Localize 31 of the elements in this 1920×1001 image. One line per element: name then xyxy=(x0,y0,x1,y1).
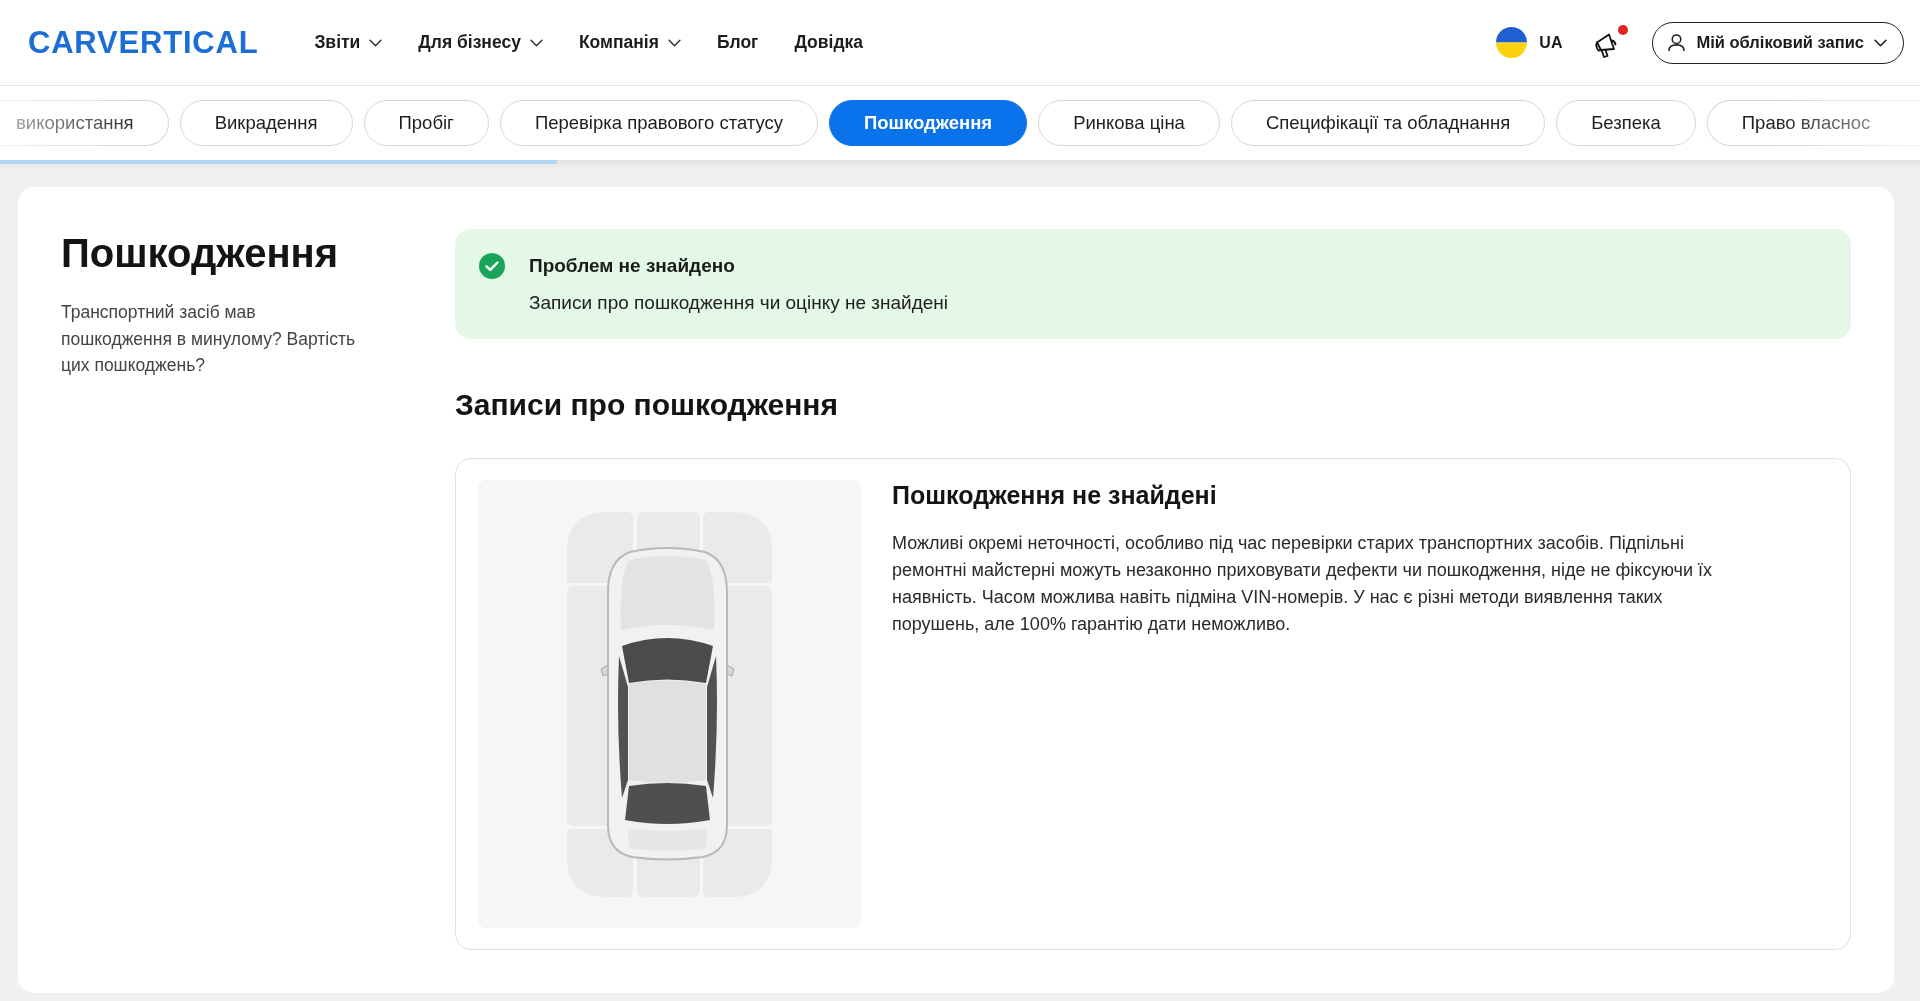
nav-dropdown[interactable]: Компанія xyxy=(578,26,681,59)
section-tab[interactable]: Пошкодження xyxy=(829,100,1028,146)
chevron-down-icon xyxy=(529,38,543,47)
logo[interactable]: CARVERTICAL xyxy=(28,24,259,61)
check-circle-icon xyxy=(479,253,505,279)
section-tab[interactable]: використання xyxy=(0,100,169,146)
nav-dropdown[interactable]: Звіти xyxy=(314,26,383,59)
alert-title: Проблем не знайдено xyxy=(529,254,736,278)
section-tab[interactable]: Викрадення xyxy=(179,100,353,146)
record-title: Пошкодження не знайдені xyxy=(892,480,1218,510)
section-description: Транспортний засіб мав пошкодження в минулому? Вартість цих пошкоджень? xyxy=(61,301,356,377)
nav-link[interactable]: Блог xyxy=(716,26,759,59)
section-tab[interactable]: Пробіг xyxy=(363,100,489,146)
section-title: Пошкодження xyxy=(61,230,340,277)
nav-link[interactable]: Довідка xyxy=(794,26,863,59)
chevron-down-icon xyxy=(369,38,383,47)
section-tab[interactable]: Ринкова ціна xyxy=(1038,100,1220,146)
section-tab[interactable]: Безпека xyxy=(1556,100,1696,146)
language-selector[interactable]: UA xyxy=(1496,27,1563,58)
notifications-button[interactable] xyxy=(1592,24,1629,61)
alert-message: Записи про пошкодження чи оцінку не знайдені xyxy=(529,291,949,315)
section-tab[interactable]: Право власнос xyxy=(1706,100,1920,146)
flag-icon xyxy=(1496,27,1528,58)
record-description: Можливі окремі неточності, особливо під час перевірки старих транспортних засобів. Підпільні ремонтні майстерні можуть незаконно приховувати дефекти чи пошкодження, ніде не фіксуючи їх наявність. Часом можлива навіть підміна VIN-номерів. У нас є різні методи виявлення таких порушень, але 100% гарантію дати неможливо. xyxy=(892,532,1713,636)
records-heading: Записи про пошкодження xyxy=(455,387,839,423)
nav-dropdown[interactable]: Для бізнесу xyxy=(418,26,543,59)
section-tab[interactable]: Перевірка правового статусу xyxy=(499,100,818,146)
chevron-down-icon xyxy=(1874,38,1887,47)
section-tab[interactable]: Специфікації та обладнання xyxy=(1230,100,1546,146)
chevron-down-icon xyxy=(667,38,681,47)
user-icon xyxy=(1667,33,1687,52)
